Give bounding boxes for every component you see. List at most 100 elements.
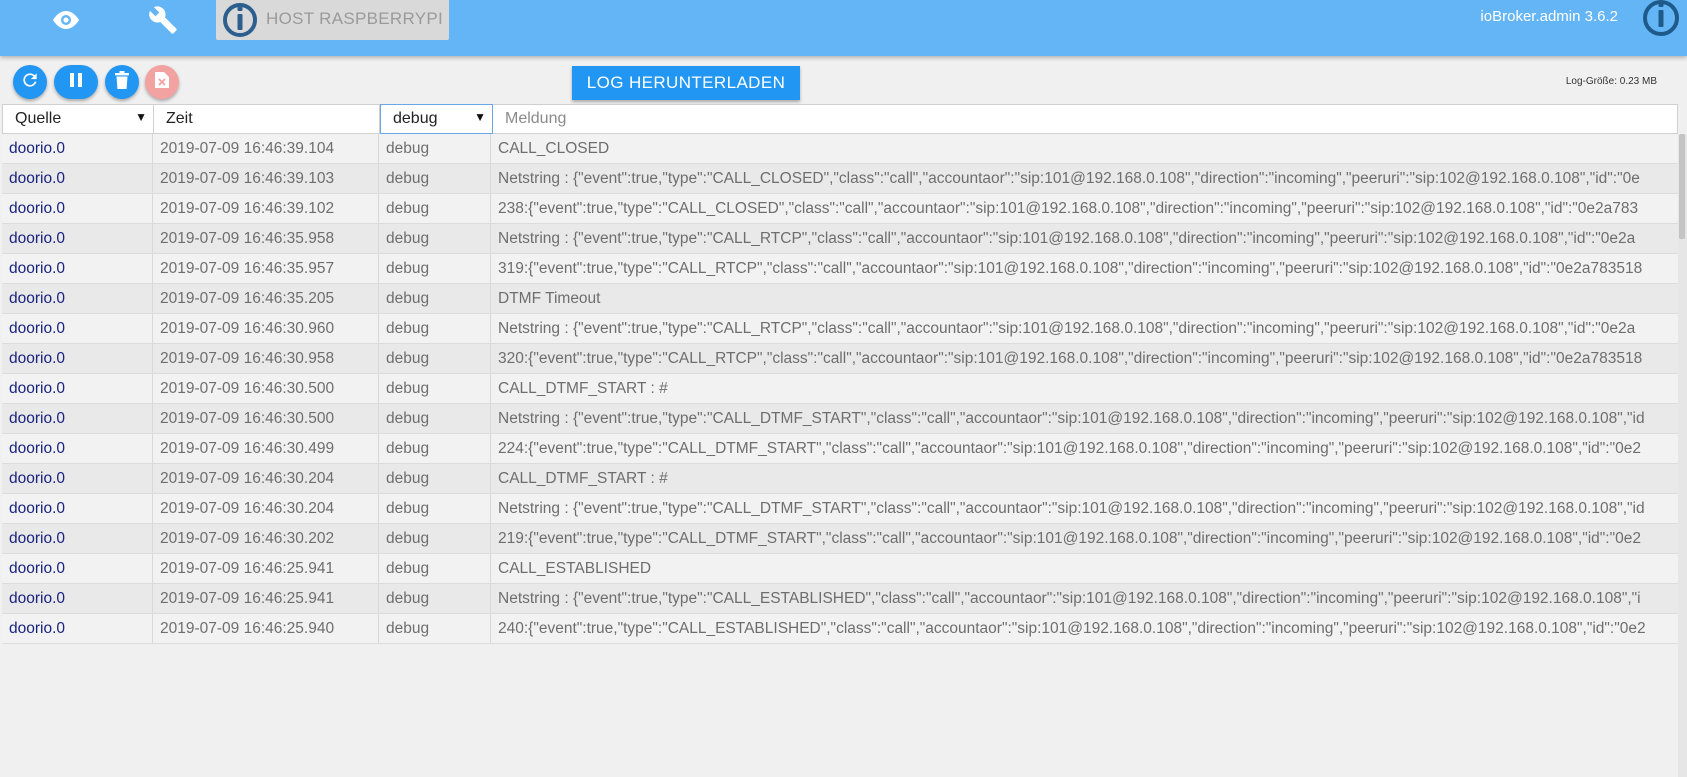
dropdown-arrow-icon: ▼: [135, 110, 147, 124]
top-app-bar: HOST RASPBERRYPI ioBroker.admin 3.6.2: [0, 0, 1687, 56]
scrollbar-thumb[interactable]: [1679, 134, 1685, 239]
log-table-body: doorio.0 2019-07-09 16:46:39.104 debug CALL…: [2, 134, 1678, 644]
log-message: 240:{"event":true,"type":"CALL_ESTABLISH…: [498, 620, 1646, 637]
log-source: doorio.0: [2, 314, 153, 343]
app-version: ioBroker.admin 3.6.2: [1480, 8, 1618, 25]
log-message: 224:{"event":true,"type":"CALL_DTMF_STAR…: [498, 440, 1641, 457]
log-row: doorio.0 2019-07-09 16:46:35.958 debug Nets…: [2, 224, 1678, 254]
source-filter-select[interactable]: Quelle ▼: [3, 105, 154, 133]
log-row: doorio.0 2019-07-09 16:46:25.941 debug Nets…: [2, 584, 1678, 614]
log-message: 219:{"event":true,"type":"CALL_DTMF_STAR…: [498, 530, 1641, 547]
download-log-button[interactable]: LOG HERUNTERLADEN: [572, 66, 800, 100]
log-time: 2019-07-09 16:46:35.205: [153, 284, 379, 313]
log-time: 2019-07-09 16:46:35.957: [153, 254, 379, 283]
log-time: 2019-07-09 16:46:39.103: [153, 164, 379, 193]
log-time: 2019-07-09 16:46:30.499: [153, 434, 379, 463]
trash-icon: [114, 70, 130, 94]
log-source: doorio.0: [2, 284, 153, 313]
log-row: doorio.0 2019-07-09 16:46:30.500 debug CALL…: [2, 374, 1678, 404]
log-time: 2019-07-09 16:46:35.958: [153, 224, 379, 253]
log-row: doorio.0 2019-07-09 16:46:35.205 debug DTMF…: [2, 284, 1678, 314]
log-message: 320:{"event":true,"type":"CALL_RTCP","cl…: [498, 350, 1643, 367]
log-source: doorio.0: [2, 164, 153, 193]
log-message: Netstring : {"event":true,"type":"CALL_D…: [498, 410, 1645, 427]
delete-log-file-button[interactable]: [145, 65, 179, 99]
log-time: 2019-07-09 16:46:30.958: [153, 344, 379, 373]
log-row: doorio.0 2019-07-09 16:46:30.204 debug Nets…: [2, 494, 1678, 524]
log-source: doorio.0: [2, 464, 153, 493]
log-message: DTMF Timeout: [498, 290, 601, 307]
log-time: 2019-07-09 16:46:25.940: [153, 614, 379, 643]
log-source: doorio.0: [2, 584, 153, 613]
log-severity: debug: [379, 344, 491, 373]
log-severity: debug: [379, 614, 491, 643]
log-source: doorio.0: [2, 344, 153, 373]
log-severity: debug: [379, 584, 491, 613]
log-time: 2019-07-09 16:46:25.941: [153, 584, 379, 613]
log-severity: debug: [379, 464, 491, 493]
log-time: 2019-07-09 16:46:39.102: [153, 194, 379, 223]
log-severity: debug: [379, 524, 491, 553]
log-severity: debug: [379, 554, 491, 583]
log-time: 2019-07-09 16:46:30.960: [153, 314, 379, 343]
wrench-icon[interactable]: [145, 2, 181, 38]
log-time: 2019-07-09 16:46:30.204: [153, 464, 379, 493]
log-message: Netstring : {"event":true,"type":"CALL_R…: [498, 320, 1636, 337]
iobroker-logo-icon: [1641, 0, 1681, 38]
log-time: 2019-07-09 16:46:30.202: [153, 524, 379, 553]
log-row: doorio.0 2019-07-09 16:46:30.960 debug Nets…: [2, 314, 1678, 344]
host-selector[interactable]: HOST RASPBERRYPI: [216, 0, 449, 40]
log-row: doorio.0 2019-07-09 16:46:30.499 debug 224:…: [2, 434, 1678, 464]
dropdown-arrow-icon: ▼: [474, 110, 486, 124]
log-message: CALL_DTMF_START : #: [498, 380, 668, 397]
log-time: 2019-07-09 16:46:30.500: [153, 374, 379, 403]
log-time: 2019-07-09 16:46:39.104: [153, 134, 379, 163]
log-row: doorio.0 2019-07-09 16:46:30.500 debug Nets…: [2, 404, 1678, 434]
log-severity: debug: [379, 434, 491, 463]
log-row: doorio.0 2019-07-09 16:46:39.104 debug CALL…: [2, 134, 1678, 164]
log-source: doorio.0: [2, 374, 153, 403]
log-row: doorio.0 2019-07-09 16:46:25.940 debug 240:…: [2, 614, 1678, 644]
log-source: doorio.0: [2, 404, 153, 433]
log-source: doorio.0: [2, 194, 153, 223]
log-filter-row: Quelle ▼ Zeit debug ▼ Meldung: [2, 104, 1678, 134]
log-message: Netstring : {"event":true,"type":"CALL_R…: [498, 230, 1636, 247]
log-message: CALL_CLOSED: [498, 140, 610, 157]
eye-icon[interactable]: [48, 2, 84, 38]
message-filter-input[interactable]: Meldung: [493, 105, 1677, 133]
log-row: doorio.0 2019-07-09 16:46:35.957 debug 319:…: [2, 254, 1678, 284]
log-source: doorio.0: [2, 554, 153, 583]
log-source: doorio.0: [2, 224, 153, 253]
log-scrollbar[interactable]: [1678, 134, 1687, 777]
pause-icon: [68, 72, 84, 93]
log-message: Netstring : {"event":true,"type":"CALL_E…: [498, 590, 1641, 607]
log-message: CALL_DTMF_START : #: [498, 470, 668, 487]
log-severity: debug: [379, 494, 491, 523]
log-row: doorio.0 2019-07-09 16:46:39.102 debug 238:…: [2, 194, 1678, 224]
refresh-button[interactable]: [13, 65, 47, 99]
log-row: doorio.0 2019-07-09 16:46:39.103 debug Nets…: [2, 164, 1678, 194]
log-message: CALL_ESTABLISHED: [498, 560, 652, 577]
log-time: 2019-07-09 16:46:30.204: [153, 494, 379, 523]
log-severity: debug: [379, 284, 491, 313]
log-time: 2019-07-09 16:46:30.500: [153, 404, 379, 433]
log-severity: debug: [379, 254, 491, 283]
log-row: doorio.0 2019-07-09 16:46:30.202 debug 219:…: [2, 524, 1678, 554]
log-severity: debug: [379, 374, 491, 403]
clear-log-button[interactable]: [105, 65, 139, 99]
log-source: doorio.0: [2, 614, 153, 643]
log-source: doorio.0: [2, 254, 153, 283]
log-size-label: Log-Größe: 0.23 MB: [1565, 76, 1657, 87]
source-filter-label: Quelle: [15, 110, 62, 127]
refresh-icon: [20, 70, 40, 95]
log-message: 238:{"event":true,"type":"CALL_CLOSED","…: [498, 200, 1639, 217]
log-source: doorio.0: [2, 524, 153, 553]
pause-button[interactable]: [54, 65, 98, 99]
severity-filter-select[interactable]: debug ▼: [380, 104, 493, 134]
log-row: doorio.0 2019-07-09 16:46:30.204 debug CALL…: [2, 464, 1678, 494]
log-message: 319:{"event":true,"type":"CALL_RTCP","cl…: [498, 260, 1643, 277]
time-filter-input[interactable]: Zeit: [154, 105, 380, 133]
message-filter-placeholder: Meldung: [505, 110, 567, 127]
host-label: HOST RASPBERRYPI: [266, 9, 444, 28]
log-row: doorio.0 2019-07-09 16:46:30.958 debug 320:…: [2, 344, 1678, 374]
